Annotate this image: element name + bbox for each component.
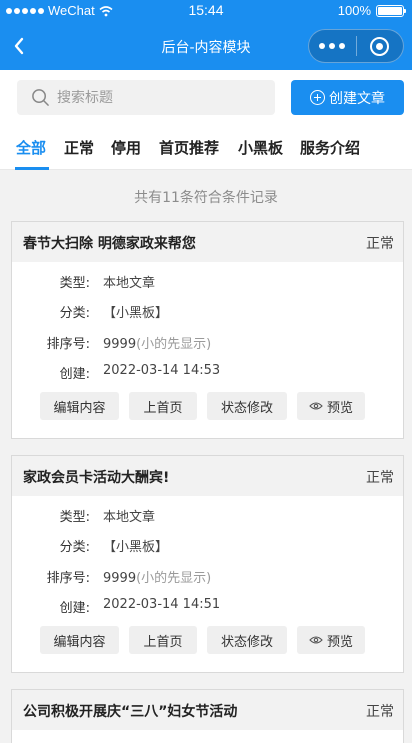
edit-content-button[interactable]: 编辑内容 <box>40 392 119 420</box>
sort-row: 排序号: 9999(小的先显示) <box>12 333 405 353</box>
created-row: 创建: 2022-03-14 14:51 <box>12 597 405 617</box>
type-value: 本地文章 <box>103 276 156 291</box>
created-row: 创建: 2022-03-14 14:53 <box>12 363 405 383</box>
created-label: 创建: <box>59 601 90 616</box>
set-homepage-button[interactable]: 上首页 <box>129 392 197 420</box>
article-status: 正常 <box>366 704 394 720</box>
sort-hint: (小的先显示) <box>136 337 212 352</box>
sort-value-group: 9999(小的先显示) <box>103 333 211 352</box>
article-status: 正常 <box>366 236 394 252</box>
type-row: 类型: 本地文章 <box>12 272 405 292</box>
sort-label: 排序号: <box>46 337 90 352</box>
created-value: 2022-03-14 14:53 <box>103 363 221 378</box>
tab-homepage-recommend[interactable]: 首页推荐 <box>159 137 219 158</box>
sort-value: 9999 <box>103 571 137 586</box>
sort-label: 排序号: <box>46 571 90 586</box>
battery-icon <box>376 4 406 17</box>
article-card[interactable]: 春节大扫除 明德家政来帮您 正常 类型: 本地文章 分类: 【小黑板】 排序号:… <box>11 221 404 439</box>
type-label: 类型: <box>59 510 90 525</box>
type-row: 类型: 本地文章 <box>12 506 405 526</box>
tab-all[interactable]: 全部 <box>16 137 46 158</box>
add-circle-icon <box>310 90 325 105</box>
category-label: 分类: <box>59 540 90 555</box>
card-actions: 编辑内容 上首页 状态修改 预览 <box>12 392 405 420</box>
created-label: 创建: <box>59 367 90 382</box>
preview-label: 预览 <box>326 400 353 416</box>
search-icon <box>32 89 49 106</box>
eye-icon <box>309 402 323 410</box>
category-label: 分类: <box>59 306 90 321</box>
category-value: 【小黑板】 <box>103 540 169 555</box>
eye-icon <box>309 636 323 644</box>
battery-info: 100% <box>337 3 406 18</box>
filter-area: 创建文章 全部 正常 停用 首页推荐 小黑板 服务介绍 <box>0 70 412 170</box>
edit-content-button[interactable]: 编辑内容 <box>40 626 119 654</box>
category-row: 分类: 【小黑板】 <box>12 536 405 556</box>
set-homepage-button[interactable]: 上首页 <box>129 626 197 654</box>
category-tabs: 全部 正常 停用 首页推荐 小黑板 服务介绍 <box>0 127 412 170</box>
card-actions: 编辑内容 上首页 状态修改 预览 <box>12 626 405 654</box>
create-article-label: 创建文章 <box>329 90 385 107</box>
tab-disabled[interactable]: 停用 <box>111 137 141 158</box>
battery-percent: 100% <box>337 3 371 18</box>
sort-row: 排序号: 9999(小的先显示) <box>12 567 405 587</box>
change-status-button[interactable]: 状态修改 <box>207 626 287 654</box>
article-status: 正常 <box>366 470 394 486</box>
card-header: 家政会员卡活动大酬宾! 正常 <box>12 456 403 496</box>
more-menu-icon[interactable] <box>309 30 356 62</box>
article-card[interactable]: 家政会员卡活动大酬宾! 正常 类型: 本地文章 分类: 【小黑板】 排序号: 9… <box>11 455 404 673</box>
tab-service-intro[interactable]: 服务介绍 <box>300 137 360 158</box>
search-box[interactable] <box>17 80 275 115</box>
tab-normal[interactable]: 正常 <box>64 137 94 158</box>
miniprogram-capsule <box>308 29 404 63</box>
article-title: 公司积极开展庆“三八”妇女节活动 <box>23 704 238 720</box>
tab-blackboard[interactable]: 小黑板 <box>238 137 283 158</box>
change-status-button[interactable]: 状态修改 <box>207 392 287 420</box>
article-title: 春节大扫除 明德家政来帮您 <box>23 236 196 252</box>
sort-value: 9999 <box>103 337 137 352</box>
sort-value-group: 9999(小的先显示) <box>103 567 211 586</box>
create-article-button[interactable]: 创建文章 <box>291 80 404 115</box>
preview-button[interactable]: 预览 <box>297 392 365 420</box>
search-input[interactable] <box>57 80 267 115</box>
type-label: 类型: <box>59 276 90 291</box>
article-card[interactable]: 公司积极开展庆“三八”妇女节活动 正常 <box>11 689 404 743</box>
article-title: 家政会员卡活动大酬宾! <box>23 470 170 486</box>
active-tab-indicator <box>15 167 49 170</box>
card-header: 春节大扫除 明德家政来帮您 正常 <box>12 222 403 262</box>
nav-bar: 后台-内容模块 <box>0 22 412 70</box>
category-row: 分类: 【小黑板】 <box>12 302 405 322</box>
sort-hint: (小的先显示) <box>136 571 212 586</box>
category-value: 【小黑板】 <box>103 306 169 321</box>
preview-label: 预览 <box>326 634 353 650</box>
record-count: 共有11条符合条件记录 <box>134 190 278 206</box>
status-bar: WeChat 15:44 100% <box>0 0 412 22</box>
card-header: 公司积极开展庆“三八”妇女节活动 正常 <box>12 690 403 730</box>
preview-button[interactable]: 预览 <box>297 626 365 654</box>
close-miniprogram-icon[interactable] <box>356 30 403 62</box>
created-value: 2022-03-14 14:51 <box>103 597 221 612</box>
type-value: 本地文章 <box>103 510 156 525</box>
